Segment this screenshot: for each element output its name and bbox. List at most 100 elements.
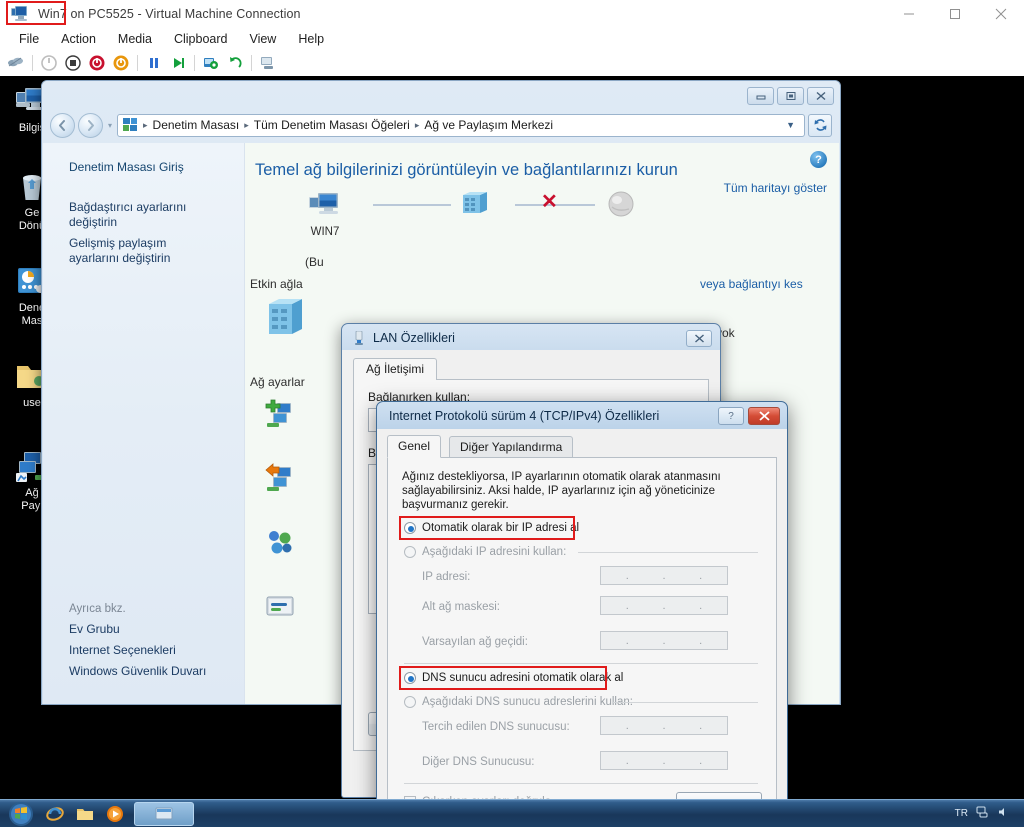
shutdown-icon[interactable] <box>38 52 60 74</box>
help-icon[interactable]: ? <box>810 151 827 168</box>
use-following-dns-radio[interactable]: Aşağıdaki DNS sunucu adreslerini kullan: <box>404 696 633 708</box>
default-gateway-input[interactable]: . . . <box>600 631 728 650</box>
tcp-dialog-panel: Ağınız destekliyorsa, IP ayarlarının oto… <box>387 457 777 816</box>
obtain-dns-automatically-label: DNS sunucu adresini otomatik olarak al <box>422 672 624 684</box>
turn-off-icon[interactable] <box>62 52 84 74</box>
pause-icon[interactable] <box>143 52 165 74</box>
menu-view[interactable]: View <box>238 30 287 48</box>
resume-icon[interactable] <box>167 52 189 74</box>
control-panel-small-icon <box>122 117 138 133</box>
toolbar-separator-2 <box>137 55 138 71</box>
tray-volume-icon[interactable] <box>998 806 1010 821</box>
enhanced-session-icon[interactable] <box>257 52 279 74</box>
revert-icon[interactable] <box>224 52 246 74</box>
control-panel-sidebar: Denetim Masası Giriş Bağdaştırıcı ayarla… <box>43 143 245 704</box>
address-bar: ▾ ▸ Denetim Masası ▸ Tüm Denetim Masası … <box>50 112 832 138</box>
menu-clipboard[interactable]: Clipboard <box>163 30 239 48</box>
taskbar-item-control-panel[interactable] <box>134 801 194 826</box>
network-node[interactable] <box>435 191 515 226</box>
checkpoint-icon[interactable] <box>200 52 222 74</box>
network-settings-label: Ağ ayarlar <box>250 375 305 389</box>
tcp-dialog-title: Internet Protokolü sürüm 4 (TCP/IPv4) Öz… <box>389 409 660 423</box>
troubleshoot-icon[interactable] <box>265 591 295 621</box>
refresh-icon[interactable] <box>808 113 832 137</box>
sidebar-item-homegroup[interactable]: Ev Grubu <box>43 619 244 640</box>
connect-or-disconnect-link[interactable]: veya bağlantıyı kes <box>700 277 803 291</box>
recent-pages-caret-icon[interactable]: ▾ <box>103 121 117 130</box>
vmconnect-window-controls <box>886 0 1024 27</box>
help-icon[interactable]: ? <box>718 407 744 425</box>
start-orb[interactable] <box>2 801 40 827</box>
ip-address-input[interactable]: . . . <box>600 566 728 585</box>
start-icon[interactable] <box>110 52 132 74</box>
tcp-dialog-close-button[interactable] <box>748 407 780 425</box>
ip-dot: . <box>625 754 629 767</box>
control-panel-minimize-button[interactable] <box>747 87 774 105</box>
forward-button[interactable] <box>78 112 103 138</box>
lan-dialog-title: LAN Özellikleri <box>373 331 455 345</box>
sidebar-item-internet-options[interactable]: Internet Seçenekleri <box>43 640 244 661</box>
chevron-down-icon[interactable]: ▼ <box>781 120 800 130</box>
tcp-dialog-tabstrip: Genel Diğer Yapılandırma <box>387 435 777 458</box>
sidebar-item-change-advanced-sharing[interactable]: Gelişmiş paylaşım ayarlarını değiştirin <box>43 233 244 269</box>
alternate-dns-input[interactable]: . . . <box>600 751 728 770</box>
control-panel-close-button[interactable] <box>807 87 834 105</box>
breadcrumb-item-1[interactable]: Tüm Denetim Masası Öğeleri <box>251 118 413 132</box>
breadcrumb-separator: ▸ <box>244 119 249 130</box>
ip-dot: . <box>699 719 703 732</box>
ctrl-alt-del-icon[interactable] <box>5 52 27 74</box>
breadcrumb[interactable]: ▸ Denetim Masası ▸ Tüm Denetim Masası Öğ… <box>117 113 805 137</box>
subnet-mask-input[interactable]: . . . <box>600 596 728 615</box>
obtain-ip-automatically-radio[interactable]: Otomatik olarak bir IP adresi al <box>404 522 579 534</box>
back-button[interactable] <box>50 112 75 138</box>
subnet-mask-label: Alt ağ maskesi: <box>422 601 500 613</box>
breadcrumb-item-0[interactable]: Denetim Masası <box>150 118 243 132</box>
virtual-machine-icon <box>11 6 29 21</box>
media-player-icon[interactable] <box>102 802 128 826</box>
lan-dialog-close-button[interactable] <box>686 330 712 347</box>
this-computer-label: WIN7 <box>310 226 340 238</box>
use-following-ip-radio[interactable]: Aşağıdaki IP adresini kullan: <box>404 546 566 558</box>
system-tray: TR <box>955 806 1018 821</box>
reset-icon[interactable] <box>86 52 108 74</box>
preferred-dns-input[interactable]: . . . <box>600 716 728 735</box>
group-separator-1 <box>578 552 758 553</box>
menu-media[interactable]: Media <box>107 30 163 48</box>
guest-desktop: Bilgis Ge Dönü Dene Mas use Ağ Payl ▾ ▸ … <box>0 76 1024 827</box>
homegroup-icon[interactable] <box>265 527 295 557</box>
tray-language-indicator[interactable]: TR <box>955 808 968 819</box>
ie-icon[interactable] <box>42 802 68 826</box>
ip-dot: . <box>662 754 666 767</box>
tray-network-icon[interactable] <box>976 806 990 821</box>
sidebar-item-windows-firewall[interactable]: Windows Güvenlik Duvarı <box>43 661 244 682</box>
vmconnect-maximize-button[interactable] <box>932 0 978 27</box>
connect-to-network-icon[interactable] <box>265 463 295 493</box>
vmconnect-menubar: File Action Media Clipboard View Help <box>0 27 1024 50</box>
new-connection-icon[interactable] <box>265 399 295 429</box>
tcp-description: Ağınız destekliyorsa, IP ayarlarının oto… <box>402 471 721 511</box>
ip-dot: . <box>699 599 703 612</box>
menu-file[interactable]: File <box>8 30 50 48</box>
this-computer-node[interactable]: WIN7 <box>285 191 365 238</box>
tcp-dialog-window-controls: ? <box>718 407 780 425</box>
tab-general[interactable]: Genel <box>387 435 442 458</box>
vmconnect-close-button[interactable] <box>978 0 1024 27</box>
vmconnect-minimize-button[interactable] <box>886 0 932 27</box>
toolbar-separator-3 <box>194 55 195 71</box>
menu-action[interactable]: Action <box>50 30 107 48</box>
sidebar-item-change-adapter-settings[interactable]: Bağdaştırıcı ayarlarını değiştirin <box>43 197 244 233</box>
this-computer-note: (Bu <box>305 255 324 269</box>
breadcrumb-item-2[interactable]: Ağ ve Paylaşım Merkezi <box>421 118 556 132</box>
explorer-icon[interactable] <box>72 802 98 826</box>
ip-dot: . <box>625 569 629 582</box>
menu-help[interactable]: Help <box>287 30 335 48</box>
ip-dot: . <box>662 569 666 582</box>
use-following-dns-label: Aşağıdaki DNS sunucu adreslerini kullan: <box>422 696 633 708</box>
tab-alternate-configuration[interactable]: Diğer Yapılandırma <box>449 436 574 458</box>
sidebar-item-home[interactable]: Denetim Masası Giriş <box>43 157 244 178</box>
tab-networking[interactable]: Ağ İletişimi <box>353 358 438 381</box>
internet-node[interactable] <box>581 191 661 226</box>
obtain-dns-automatically-radio[interactable]: DNS sunucu adresini otomatik olarak al <box>404 672 623 684</box>
control-panel-maximize-button[interactable] <box>777 87 804 105</box>
vmconnect-title: Win7 on PC5525 - Virtual Machine Connect… <box>38 6 301 21</box>
